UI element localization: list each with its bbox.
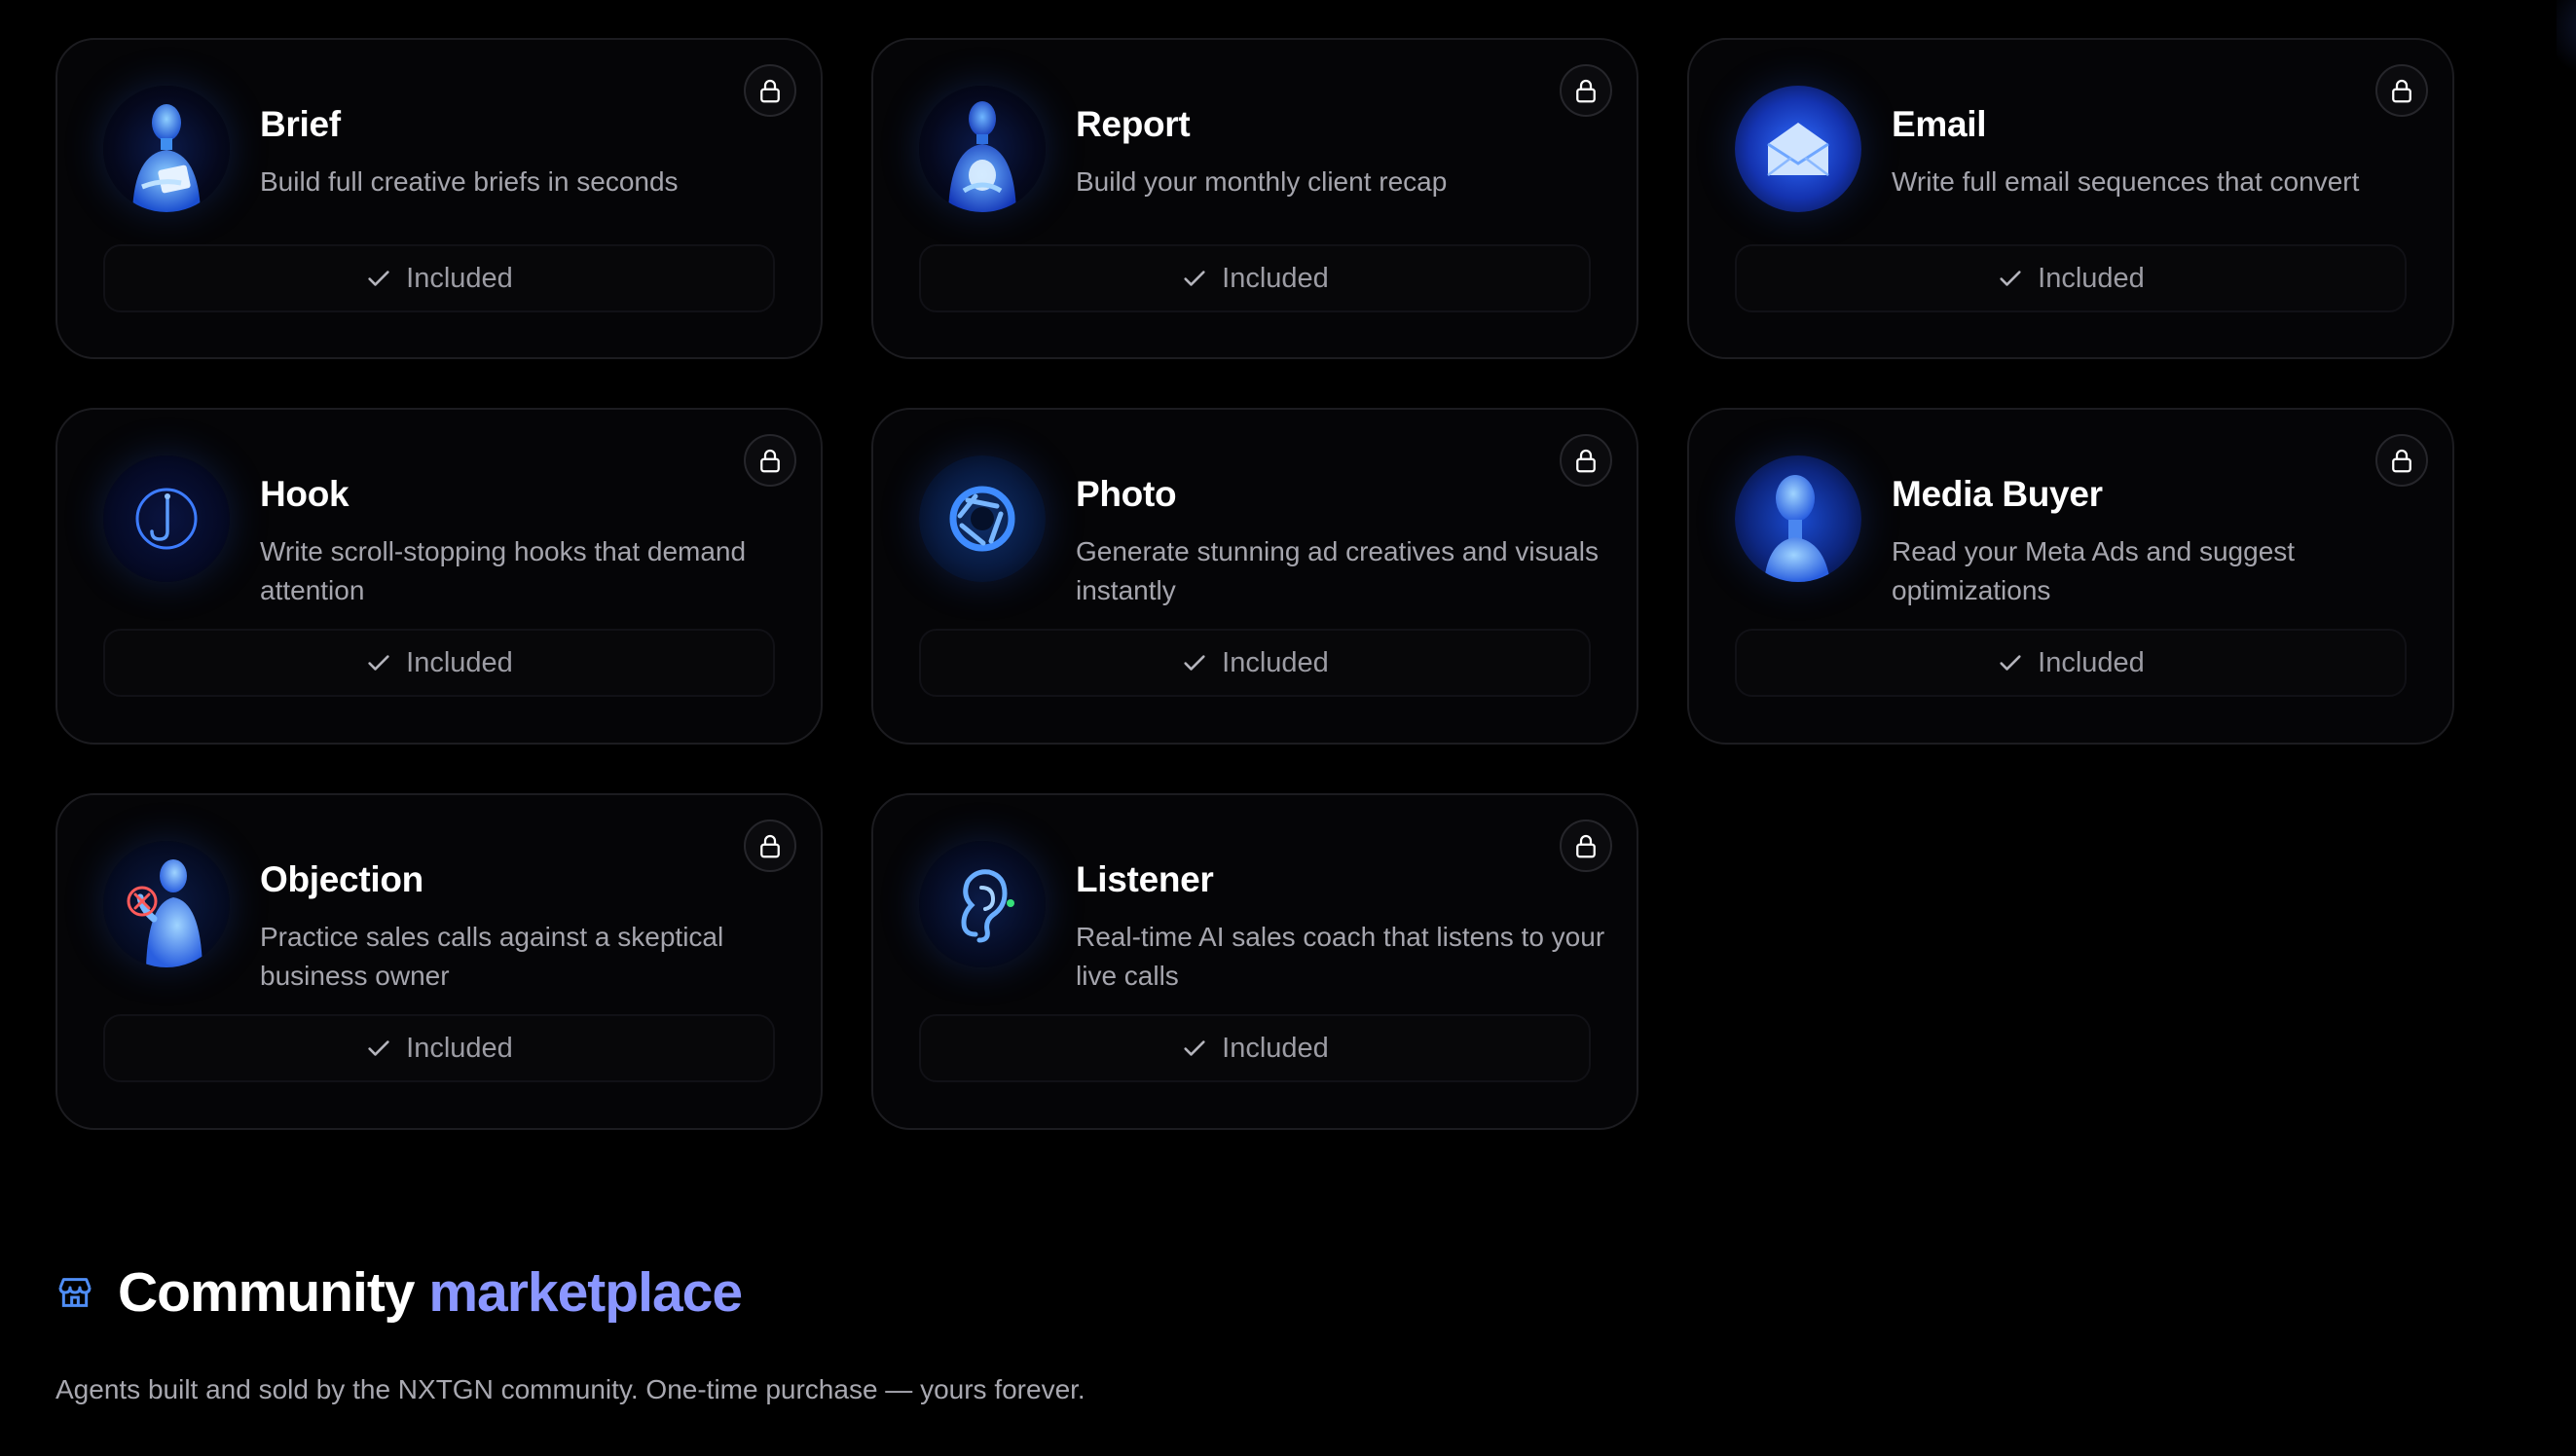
lock-icon (1576, 79, 1596, 103)
lock-button[interactable] (1560, 819, 1612, 872)
check-icon (1184, 1040, 1205, 1056)
included-badge: Included (919, 629, 1591, 697)
agent-title: Listener (1076, 859, 1214, 899)
humanoid-head-icon (1735, 455, 1861, 582)
check-icon (368, 655, 389, 671)
lock-icon (2392, 449, 2411, 473)
check-icon (368, 1040, 389, 1056)
agent-card-email[interactable]: Email Write full email sequences that co… (1687, 38, 2454, 359)
included-badge: Included (103, 244, 775, 312)
lock-button[interactable] (2375, 434, 2428, 487)
agent-card-listener[interactable]: Listener Real-time AI sales coach that l… (871, 793, 1638, 1130)
lock-button[interactable] (1560, 64, 1612, 117)
corner-glow (2557, 0, 2576, 88)
included-label: Included (406, 1032, 513, 1064)
lock-icon (760, 449, 780, 473)
agent-card-photo[interactable]: Photo Generate stunning ad creatives and… (871, 408, 1638, 745)
lock-icon (1576, 449, 1596, 473)
check-icon (1184, 655, 1205, 671)
lock-button[interactable] (744, 819, 796, 872)
agent-title: Objection (260, 859, 423, 899)
agent-description: Write scroll-stopping hooks that demand … (260, 536, 747, 605)
agent-card-report[interactable]: Report Build your monthly client recap I… (871, 38, 1638, 359)
agent-card-objection[interactable]: Objection Practice sales calls against a… (55, 793, 823, 1130)
included-label: Included (1222, 1032, 1329, 1064)
agent-title: Media Buyer (1892, 474, 2103, 514)
marketplace-title-accent: marketplace (428, 1261, 743, 1324)
fishing-hook-icon (103, 455, 230, 582)
included-label: Included (406, 646, 513, 678)
humanoid-holding-paper-icon (103, 86, 230, 212)
ear-icon (919, 841, 1046, 967)
humanoid-rejecting-icon (103, 841, 230, 967)
agent-grid: Brief Build full creative briefs in seco… (55, 38, 2454, 1179)
agent-title: Brief (260, 104, 341, 144)
marketplace-subtitle: Agents built and sold by the NXTGN commu… (55, 1374, 1086, 1404)
check-icon (1184, 271, 1205, 286)
lock-icon (2392, 79, 2411, 103)
lock-button[interactable] (2375, 64, 2428, 117)
included-badge: Included (103, 1014, 775, 1082)
agent-description: Practice sales calls against a skeptical… (260, 922, 724, 991)
included-label: Included (406, 262, 513, 294)
agent-title: Photo (1076, 474, 1177, 514)
included-badge: Included (103, 629, 775, 697)
agent-title: Email (1892, 104, 1987, 144)
agent-title: Hook (260, 474, 350, 514)
lock-icon (760, 79, 780, 103)
included-label: Included (1222, 262, 1329, 294)
agents-page: Brief Build full creative briefs in seco… (0, 0, 2576, 1456)
check-icon (2000, 271, 2021, 286)
storefront-icon (55, 1273, 94, 1312)
included-badge: Included (919, 244, 1591, 312)
lock-button[interactable] (744, 64, 796, 117)
camera-aperture-icon (919, 455, 1046, 582)
lock-button[interactable] (1560, 434, 1612, 487)
included-label: Included (1222, 646, 1329, 678)
humanoid-glowing-chest-icon (919, 86, 1046, 212)
agent-description: Read your Meta Ads and suggest optimizat… (1892, 536, 2296, 605)
included-label: Included (2038, 646, 2145, 678)
agent-description: Build your monthly client recap (1076, 166, 1448, 197)
agent-card-brief[interactable]: Brief Build full creative briefs in seco… (55, 38, 823, 359)
envelope-icon (1735, 86, 1861, 212)
agent-title: Report (1076, 104, 1191, 144)
included-badge: Included (1735, 629, 2407, 697)
check-icon (2000, 655, 2021, 671)
lock-button[interactable] (744, 434, 796, 487)
marketplace-header: Community marketplace (55, 1260, 743, 1325)
agent-description: Generate stunning ad creatives and visua… (1076, 536, 1599, 605)
agent-description: Write full email sequences that convert (1892, 166, 2360, 197)
included-badge: Included (919, 1014, 1591, 1082)
included-label: Included (2038, 262, 2145, 294)
agent-card-media-buyer[interactable]: Media Buyer Read your Meta Ads and sugge… (1687, 408, 2454, 745)
marketplace-title: Community marketplace (118, 1260, 743, 1325)
marketplace-title-prefix: Community (118, 1261, 415, 1324)
agent-description: Build full creative briefs in seconds (260, 166, 679, 197)
included-badge: Included (1735, 244, 2407, 312)
check-icon (368, 271, 389, 286)
lock-icon (760, 834, 780, 858)
lock-icon (1576, 834, 1596, 858)
agent-description: Real-time AI sales coach that listens to… (1076, 922, 1605, 991)
agent-card-hook[interactable]: Hook Write scroll-stopping hooks that de… (55, 408, 823, 745)
